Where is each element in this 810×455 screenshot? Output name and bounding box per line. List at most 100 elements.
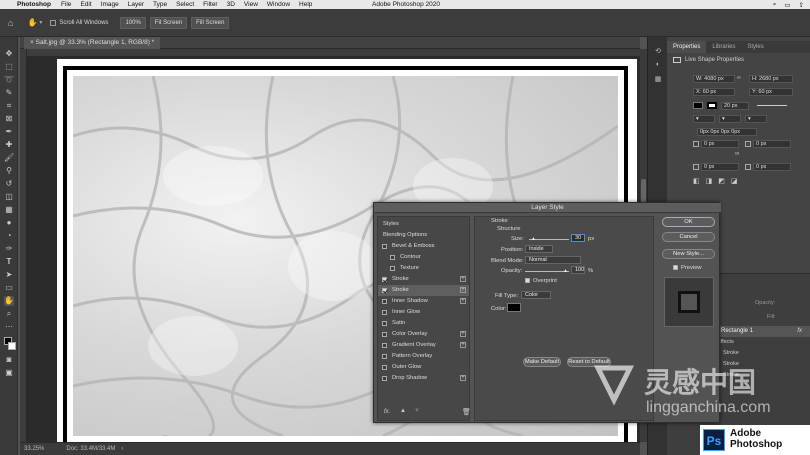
cancel-button[interactable]: Cancel bbox=[662, 232, 715, 242]
scroll-all-checkbox[interactable] bbox=[50, 19, 57, 26]
workspace-icon[interactable]: ▭ bbox=[784, 1, 790, 9]
menu-view[interactable]: View bbox=[244, 1, 258, 8]
position-select[interactable]: Inside bbox=[525, 245, 553, 253]
quick-select-tool-icon[interactable]: ✎ bbox=[4, 88, 14, 98]
stamp-tool-icon[interactable]: ⚲ bbox=[4, 166, 14, 176]
fill-swatch[interactable] bbox=[693, 102, 703, 109]
style-checkbox[interactable] bbox=[382, 310, 387, 315]
style-checkbox[interactable] bbox=[382, 354, 387, 359]
apple-icon[interactable] bbox=[4, 1, 12, 9]
menu-edit[interactable]: Edit bbox=[80, 1, 91, 8]
dodge-tool-icon[interactable]: ◔ bbox=[4, 231, 14, 241]
status-zoom[interactable]: 33.25% bbox=[24, 446, 44, 452]
add-style-icon[interactable]: + bbox=[460, 375, 466, 381]
menu-window[interactable]: Window bbox=[267, 1, 290, 8]
hand-tool-icon[interactable]: ✋ bbox=[27, 18, 37, 27]
fx-menu[interactable]: fx. bbox=[384, 409, 390, 415]
add-style-icon[interactable]: + bbox=[460, 276, 466, 282]
style-checkbox[interactable] bbox=[382, 277, 387, 282]
pathfinder-icons[interactable]: ◧◨◩◪ bbox=[693, 177, 743, 185]
cap-dropdown[interactable]: ▾ bbox=[719, 115, 741, 123]
eraser-tool-icon[interactable]: ◫ bbox=[4, 192, 14, 202]
align-dropdown[interactable]: ▾ bbox=[693, 115, 715, 123]
share-icon[interactable]: ⇪ bbox=[799, 1, 804, 9]
trash-icon[interactable]: 🗑 bbox=[462, 408, 471, 416]
style-item[interactable]: Styles bbox=[378, 219, 469, 230]
type-tool-icon[interactable]: T bbox=[4, 257, 14, 267]
lasso-tool-icon[interactable]: ➰ bbox=[4, 75, 14, 85]
menu-help[interactable]: Help bbox=[299, 1, 312, 8]
style-checkbox[interactable] bbox=[382, 332, 387, 337]
style-item[interactable]: Pattern Overlay bbox=[378, 351, 469, 362]
gradient-tool-icon[interactable]: ▦ bbox=[4, 205, 14, 215]
make-default-button[interactable]: Make Default bbox=[523, 357, 561, 367]
style-checkbox[interactable] bbox=[390, 255, 395, 260]
radius-all-field[interactable]: 0px 0px 0px 0px bbox=[697, 128, 757, 136]
chevron-right-icon[interactable]: › bbox=[121, 446, 123, 452]
style-checkbox[interactable] bbox=[382, 244, 387, 249]
rectangle-tool-icon[interactable]: ▭ bbox=[4, 283, 14, 293]
fit-screen-button[interactable]: Fit Screen bbox=[149, 16, 188, 29]
menu-type[interactable]: Type bbox=[153, 1, 167, 8]
fill-screen-button[interactable]: Fill Screen bbox=[191, 16, 230, 29]
move-tool-icon[interactable]: ✥ bbox=[4, 49, 14, 59]
home-icon[interactable]: ⌂ bbox=[8, 18, 13, 28]
frame-tool-icon[interactable]: ⊠ bbox=[4, 114, 14, 124]
brush-tool-icon[interactable]: 🖌 bbox=[4, 153, 14, 163]
swatches-icon[interactable]: ▦ bbox=[653, 75, 663, 85]
height-field[interactable]: H: 2680 px bbox=[749, 75, 793, 83]
ok-button[interactable]: OK bbox=[662, 217, 715, 227]
style-item[interactable]: Stroke + bbox=[378, 285, 469, 296]
background-color-swatch[interactable] bbox=[8, 342, 16, 350]
style-item[interactable]: Satin bbox=[378, 318, 469, 329]
tool-preset-chevron-icon[interactable]: ▾ bbox=[39, 19, 42, 26]
color-swatch[interactable] bbox=[507, 303, 521, 312]
crop-tool-icon[interactable]: ⌗ bbox=[4, 101, 14, 111]
menu-layer[interactable]: Layer bbox=[128, 1, 144, 8]
menu-app[interactable]: Photoshop bbox=[17, 1, 51, 8]
adjustments-icon[interactable]: ◐ bbox=[653, 61, 663, 71]
style-item[interactable]: Blending Options bbox=[378, 230, 469, 241]
eyedropper-tool-icon[interactable]: ✒ bbox=[4, 127, 14, 137]
y-field[interactable]: Y: 60 px bbox=[749, 88, 793, 96]
search-icon[interactable]: ⌕ bbox=[773, 1, 777, 9]
style-item[interactable]: Gradient Overlay + bbox=[378, 340, 469, 351]
tab-properties[interactable]: Properties bbox=[667, 41, 707, 53]
radius-tr-field[interactable]: 0 px bbox=[753, 140, 791, 148]
stroke-type-dropdown[interactable] bbox=[757, 105, 787, 106]
preview-checkbox[interactable] bbox=[673, 265, 678, 270]
tab-styles[interactable]: Styles bbox=[741, 41, 769, 53]
add-style-icon[interactable]: + bbox=[460, 298, 466, 304]
style-checkbox[interactable] bbox=[382, 299, 387, 304]
opacity-slider-thumb[interactable]: ▲ bbox=[563, 268, 568, 274]
style-item[interactable]: Inner Glow bbox=[378, 307, 469, 318]
size-slider-thumb[interactable]: ▲ bbox=[531, 236, 536, 242]
add-style-icon[interactable]: + bbox=[460, 287, 466, 293]
style-checkbox[interactable] bbox=[382, 365, 387, 370]
menu-3d[interactable]: 3D bbox=[227, 1, 235, 8]
move-down-icon[interactable]: ▼ bbox=[414, 408, 420, 414]
menu-image[interactable]: Image bbox=[101, 1, 119, 8]
move-up-icon[interactable]: ▲ bbox=[400, 408, 406, 414]
style-checkbox[interactable] bbox=[382, 343, 387, 348]
style-item[interactable]: Texture bbox=[378, 263, 469, 274]
blur-tool-icon[interactable]: ● bbox=[4, 218, 14, 228]
menu-file[interactable]: File bbox=[61, 1, 71, 8]
add-style-icon[interactable]: + bbox=[460, 342, 466, 348]
stroke-swatch[interactable] bbox=[707, 102, 717, 109]
history-icon[interactable]: ⟲ bbox=[653, 47, 663, 57]
pen-tool-icon[interactable]: ✑ bbox=[4, 244, 14, 254]
marquee-tool-icon[interactable]: ⬚ bbox=[4, 62, 14, 72]
fill-type-select[interactable]: Color bbox=[521, 291, 551, 299]
style-item[interactable]: Drop Shadow + bbox=[378, 373, 469, 384]
radius-br-field[interactable]: 0 px bbox=[753, 163, 791, 171]
add-style-icon[interactable]: + bbox=[460, 331, 466, 337]
style-item[interactable]: Contour bbox=[378, 252, 469, 263]
zoom-tool-icon[interactable]: ⌕ bbox=[4, 309, 14, 319]
radius-bl-field[interactable]: 0 px bbox=[701, 163, 739, 171]
blend-mode-select[interactable]: Normal bbox=[525, 256, 581, 264]
x-field[interactable]: X: 60 px bbox=[693, 88, 735, 96]
style-checkbox[interactable] bbox=[382, 376, 387, 381]
style-item[interactable]: Color Overlay + bbox=[378, 329, 469, 340]
style-checkbox[interactable] bbox=[390, 266, 395, 271]
